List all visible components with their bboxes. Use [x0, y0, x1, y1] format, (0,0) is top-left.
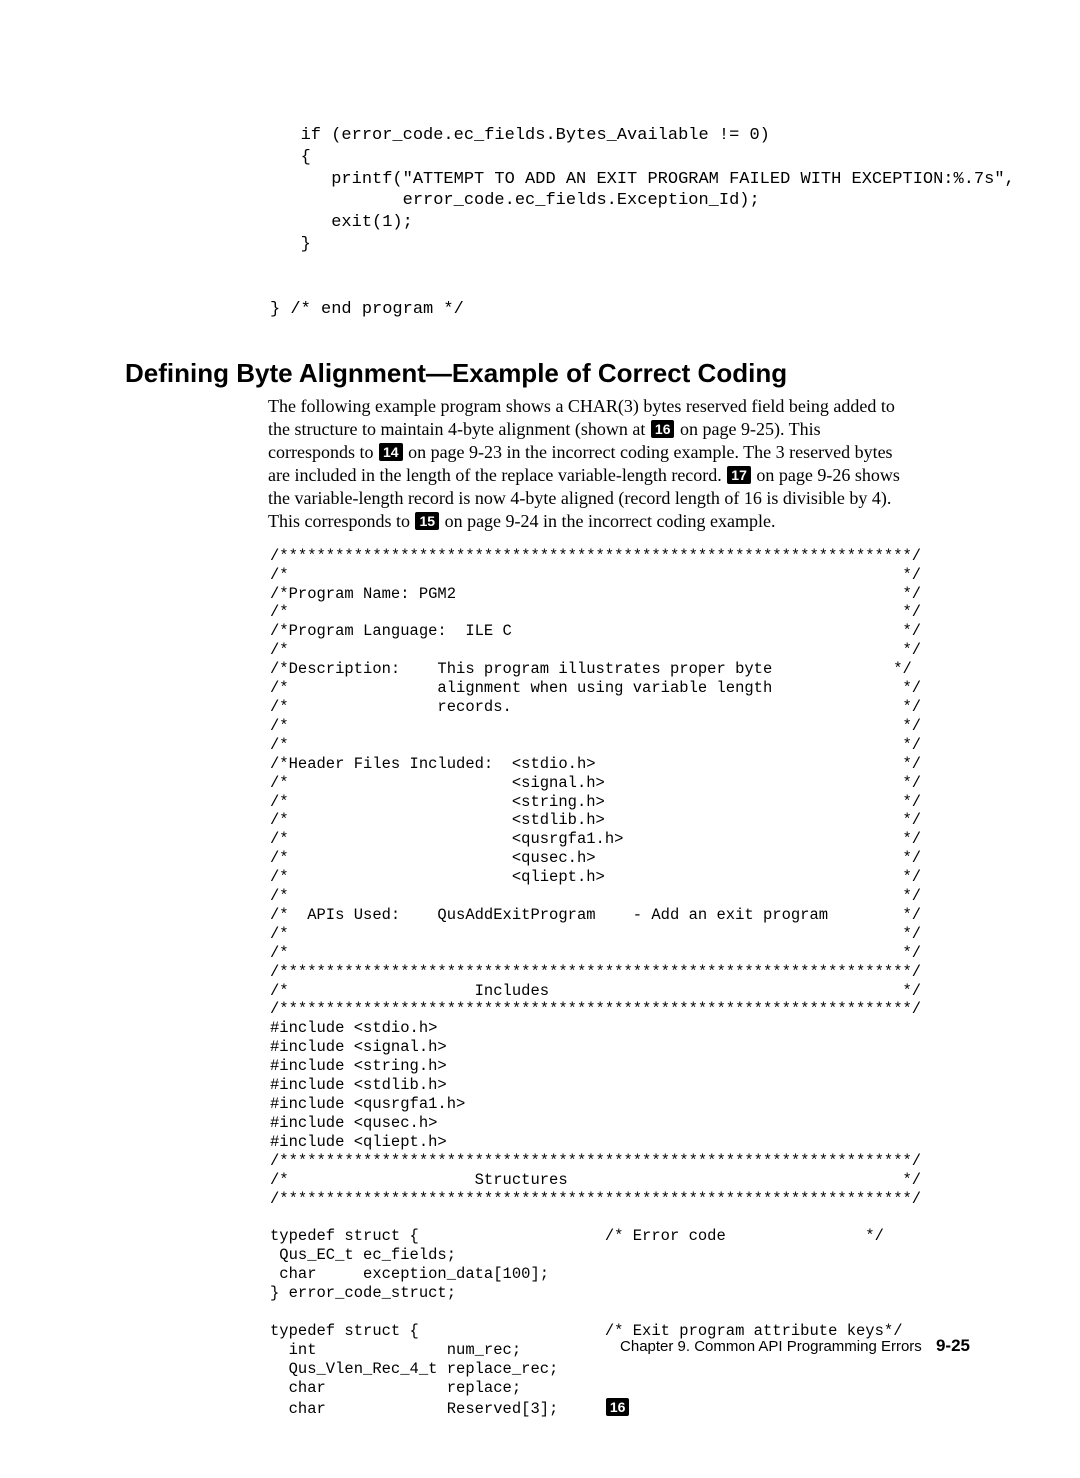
footer-page-number: 9-25	[936, 1336, 970, 1355]
document-page: if (error_code.ec_fields.Bytes_Available…	[0, 0, 1080, 1478]
code-text: /***************************************…	[270, 547, 921, 1418]
callout-15: 15	[415, 512, 439, 530]
code-block-program: /***************************************…	[270, 547, 970, 1419]
paragraph-text: on page 9-24 in the incorrect coding exa…	[440, 511, 775, 531]
callout-17: 17	[727, 466, 751, 484]
page-footer: Chapter 9. Common API Programming Errors…	[620, 1335, 970, 1357]
code-block-error-check: if (error_code.ec_fields.Bytes_Available…	[270, 125, 970, 321]
footer-chapter: Chapter 9. Common API Programming Errors	[620, 1338, 922, 1355]
callout-14: 14	[379, 443, 403, 461]
callout-16-inline: 16	[606, 1398, 630, 1416]
section-paragraph: The following example program shows a CH…	[268, 395, 908, 533]
section-heading: Defining Byte Alignment—Example of Corre…	[125, 357, 970, 391]
callout-16: 16	[651, 420, 675, 438]
